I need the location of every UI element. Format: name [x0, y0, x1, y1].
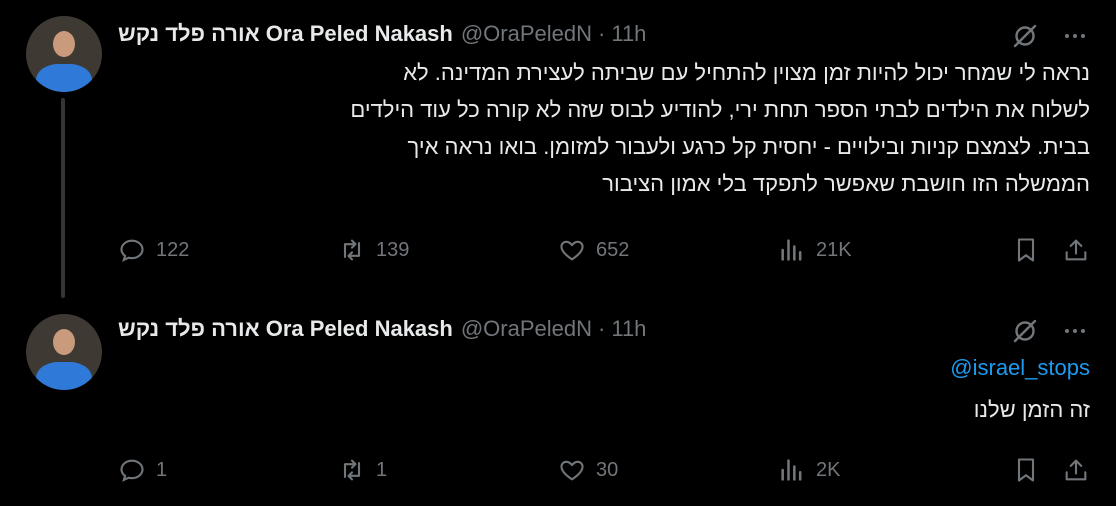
author-display-name[interactable]: אורה פלד נקש Ora Peled Nakash: [118, 21, 453, 47]
repost-icon: [343, 459, 361, 481]
tweet[interactable]: אורה פלד נקש Ora Peled Nakash @OraPeledN…: [0, 300, 1116, 506]
more-icon[interactable]: [1060, 316, 1090, 346]
like-button[interactable]: 652: [558, 230, 629, 270]
grok-icon[interactable]: [1010, 316, 1040, 346]
grok-icon[interactable]: [1010, 21, 1040, 51]
author-display-name[interactable]: אורה פלד נקש Ora Peled Nakash: [118, 316, 453, 342]
reply-button[interactable]: 1: [118, 450, 167, 490]
views-count: 21K: [816, 238, 852, 261]
share-button[interactable]: [1062, 230, 1090, 270]
views-count: 2K: [816, 458, 841, 481]
views-icon: [781, 459, 802, 481]
separator-dot: ·: [598, 21, 606, 46]
timestamp[interactable]: 11h: [611, 316, 646, 342]
views-icon: [781, 239, 802, 261]
share-icon: [1065, 459, 1087, 481]
bookmark-icon: [1017, 458, 1035, 482]
repost-button[interactable]: 139: [338, 230, 409, 270]
tweet-header: אורה פלד נקש Ora Peled Nakash @OraPeledN…: [118, 312, 1116, 346]
views-button[interactable]: 2K: [778, 450, 840, 490]
tweet[interactable]: אורה פלד נקש Ora Peled Nakash @OraPeledN…: [0, 0, 1116, 300]
bookmark-icon: [1017, 238, 1035, 262]
tweet-header: אורה פלד נקש Ora Peled Nakash @OraPeledN…: [118, 17, 1116, 51]
heart-icon: [560, 240, 584, 261]
avatar-shirt: [36, 362, 92, 390]
separator-dot: ·: [598, 316, 606, 341]
avatar[interactable]: [26, 314, 102, 390]
bookmark-button[interactable]: [1012, 230, 1040, 270]
author-handle[interactable]: @OraPeledN: [461, 316, 592, 342]
tweet-text: זה הזמן שלנו: [973, 397, 1090, 422]
tweet-actions: 122 139 652 21K: [118, 230, 1090, 270]
heart-icon: [560, 460, 584, 481]
repost-count: 139: [376, 238, 410, 261]
timestamp[interactable]: 11h: [611, 21, 646, 47]
mention-link[interactable]: @israel_stops: [950, 355, 1090, 381]
more-icon[interactable]: [1060, 21, 1090, 51]
thread-line: [61, 98, 65, 298]
like-count: 652: [596, 238, 630, 261]
share-button[interactable]: [1062, 450, 1090, 490]
bookmark-button[interactable]: [1012, 450, 1040, 490]
tweet-text: נראה לי שמחר יכול להיות זמן מצוין להתחיל…: [350, 60, 1090, 196]
avatar-face: [53, 329, 75, 355]
repost-count: 1: [376, 458, 388, 481]
reply-count: 122: [156, 238, 190, 261]
reply-count: 1: [156, 458, 168, 481]
like-button[interactable]: 30: [558, 450, 618, 490]
reply-button[interactable]: 122: [118, 230, 189, 270]
repost-button[interactable]: 1: [338, 450, 387, 490]
author-handle[interactable]: @OraPeledN: [461, 21, 592, 47]
like-count: 30: [596, 458, 619, 481]
share-icon: [1065, 239, 1087, 261]
tweet-actions: 1 1 30 2K: [118, 450, 1090, 490]
avatar-face: [53, 31, 75, 57]
reply-icon: [120, 459, 144, 482]
avatar[interactable]: [26, 16, 102, 92]
views-button[interactable]: 21K: [778, 230, 852, 270]
avatar-shirt: [36, 64, 92, 92]
reply-icon: [120, 239, 144, 262]
repost-icon: [343, 239, 361, 261]
